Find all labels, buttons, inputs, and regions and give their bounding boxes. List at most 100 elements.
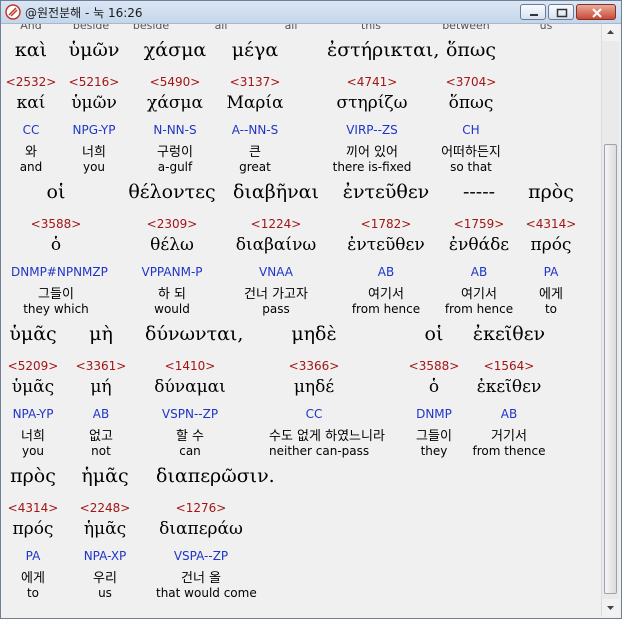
lemma: Μαρία xyxy=(226,93,284,113)
minimize-icon xyxy=(530,14,538,16)
korean-gloss: 끼어 있어 xyxy=(346,145,398,160)
english-gloss: to xyxy=(544,302,558,316)
parsing-code: VPPANM-P xyxy=(141,265,203,279)
parsing-code: NPG-YP xyxy=(72,123,116,137)
parsing-code: CH xyxy=(462,123,480,137)
parsing-code: AB xyxy=(92,407,110,421)
korean-gloss: 어떠하든지 xyxy=(441,145,501,160)
strong-number[interactable]: <1564> xyxy=(464,359,554,375)
parsing-code: PA xyxy=(543,265,559,279)
korean-gloss: 너희 xyxy=(82,145,106,160)
parsing-code: AB xyxy=(500,407,518,421)
scrollbar-thumb[interactable] xyxy=(604,144,617,594)
greek-word: ἡμᾶς xyxy=(81,465,129,487)
parsing-code: DNMP#NPNMZP xyxy=(11,265,108,279)
greek-word: δύνωνται, xyxy=(145,323,244,345)
greek-word: ὅπως xyxy=(445,39,497,61)
korean-gloss: 여기서 xyxy=(368,287,404,302)
strong-number[interactable]: <3704> xyxy=(426,75,516,91)
strong-number[interactable]: <5490> xyxy=(130,75,220,91)
greek-word: ἐντεῦθεν xyxy=(342,181,430,203)
lemma: ὑμῶν xyxy=(71,93,117,113)
cut-off-gloss: beside xyxy=(72,24,110,32)
cut-off-gloss: all xyxy=(284,24,298,32)
english-gloss: there is-fixed xyxy=(332,160,412,174)
maximize-button[interactable] xyxy=(548,4,574,20)
korean-gloss: 에게 xyxy=(539,287,563,302)
cut-off-gloss: And xyxy=(20,24,42,32)
strong-number[interactable]: <3588> xyxy=(11,217,101,233)
strong-number[interactable]: <1782> xyxy=(341,217,431,233)
strong-number[interactable]: <3361> xyxy=(56,359,146,375)
greek-word: μηδὲ xyxy=(291,323,337,345)
scroll-up-button[interactable] xyxy=(602,24,619,41)
korean-gloss: 건너 올 xyxy=(180,571,221,586)
english-gloss: neither can-pass xyxy=(269,444,370,458)
app-logo-icon xyxy=(5,4,21,20)
interlinear-panel: And beside beside all all this between us καὶ <25… xyxy=(1,24,601,618)
lemma: διαβαίνω xyxy=(235,235,317,255)
strong-number[interactable]: <5216> xyxy=(49,75,139,91)
parsing-code: CC xyxy=(305,407,323,421)
strong-number[interactable]: <3366> xyxy=(269,359,359,375)
lemma: ὁ xyxy=(50,235,62,255)
korean-gloss: 우리 xyxy=(93,571,117,586)
lemma: ὅπως xyxy=(448,93,494,113)
strong-number[interactable]: <2309> xyxy=(127,217,217,233)
strong-number[interactable]: <1276> xyxy=(156,501,246,517)
strong-number[interactable]: <1410> xyxy=(145,359,235,375)
title-bar[interactable]: @원전분해 - 눅 16:26 xyxy=(1,1,621,24)
parsing-code: NPA-XP xyxy=(83,549,127,563)
vertical-scrollbar[interactable] xyxy=(601,24,619,616)
cut-off-gloss: between xyxy=(442,24,490,32)
english-gloss: pass xyxy=(262,302,290,316)
window-title: @원전분해 - 눅 16:26 xyxy=(25,6,143,20)
greek-word: μὴ xyxy=(89,323,113,345)
korean-gloss: 수도 없게 하였느니라 xyxy=(269,429,385,444)
cut-off-gloss: beside xyxy=(132,24,170,32)
korean-gloss: 없고 xyxy=(89,429,113,444)
minimize-button[interactable] xyxy=(520,4,546,20)
strong-number[interactable]: <4314> xyxy=(506,217,596,233)
parsing-code: VSPN--ZP xyxy=(161,407,219,421)
close-button[interactable] xyxy=(576,4,616,20)
greek-word: διαβῆναι xyxy=(233,181,319,203)
lemma: πρός xyxy=(530,235,572,255)
english-gloss: from thence xyxy=(472,444,546,458)
maximize-icon xyxy=(556,8,568,18)
lemma: θέλω xyxy=(150,235,194,255)
greek-word: μέγα xyxy=(231,39,279,61)
strong-number[interactable]: <2248> xyxy=(60,501,150,517)
korean-gloss: 그들이 xyxy=(38,287,74,302)
lemma: ἡμᾶς xyxy=(83,519,127,539)
greek-word: οἱ xyxy=(46,181,66,203)
greek-word: ἐστήρικται, xyxy=(327,39,440,61)
app-window: @원전분해 - 눅 16:26 And beside beside all all thi… xyxy=(0,0,622,619)
greek-word: ὑμῶν xyxy=(68,39,120,61)
scroll-down-button[interactable] xyxy=(602,599,619,616)
parsing-code: VIRP--ZS xyxy=(346,123,398,137)
parsing-code: A--NN-S xyxy=(231,123,279,137)
greek-word: ἐκεῖθεν xyxy=(472,323,546,345)
english-gloss: a-gulf xyxy=(157,160,193,174)
english-gloss: can xyxy=(179,444,201,458)
korean-gloss: 하 되 xyxy=(157,287,187,302)
english-gloss: you xyxy=(82,160,106,174)
korean-gloss: 거기서 xyxy=(491,429,527,444)
strong-number[interactable]: <4741> xyxy=(327,75,417,91)
strong-number[interactable]: <3137> xyxy=(210,75,300,91)
lemma: μή xyxy=(90,377,112,397)
strong-number[interactable]: <1224> xyxy=(231,217,321,233)
parsing-code: N-NN-S xyxy=(153,123,197,137)
greek-word: πρὸς xyxy=(528,181,574,203)
english-gloss: would xyxy=(154,302,190,316)
parsing-code: VSPA--ZP xyxy=(173,549,229,563)
lemma: στηρίζω xyxy=(336,93,408,113)
english-gloss: not xyxy=(91,444,111,458)
lemma: διαπεράω xyxy=(159,519,243,539)
english-gloss: us xyxy=(98,586,112,600)
korean-gloss: 할 수 xyxy=(175,429,205,444)
english-gloss: great xyxy=(239,160,271,174)
cut-off-gloss: all xyxy=(214,24,228,32)
parsing-code: VNAA xyxy=(259,265,293,279)
